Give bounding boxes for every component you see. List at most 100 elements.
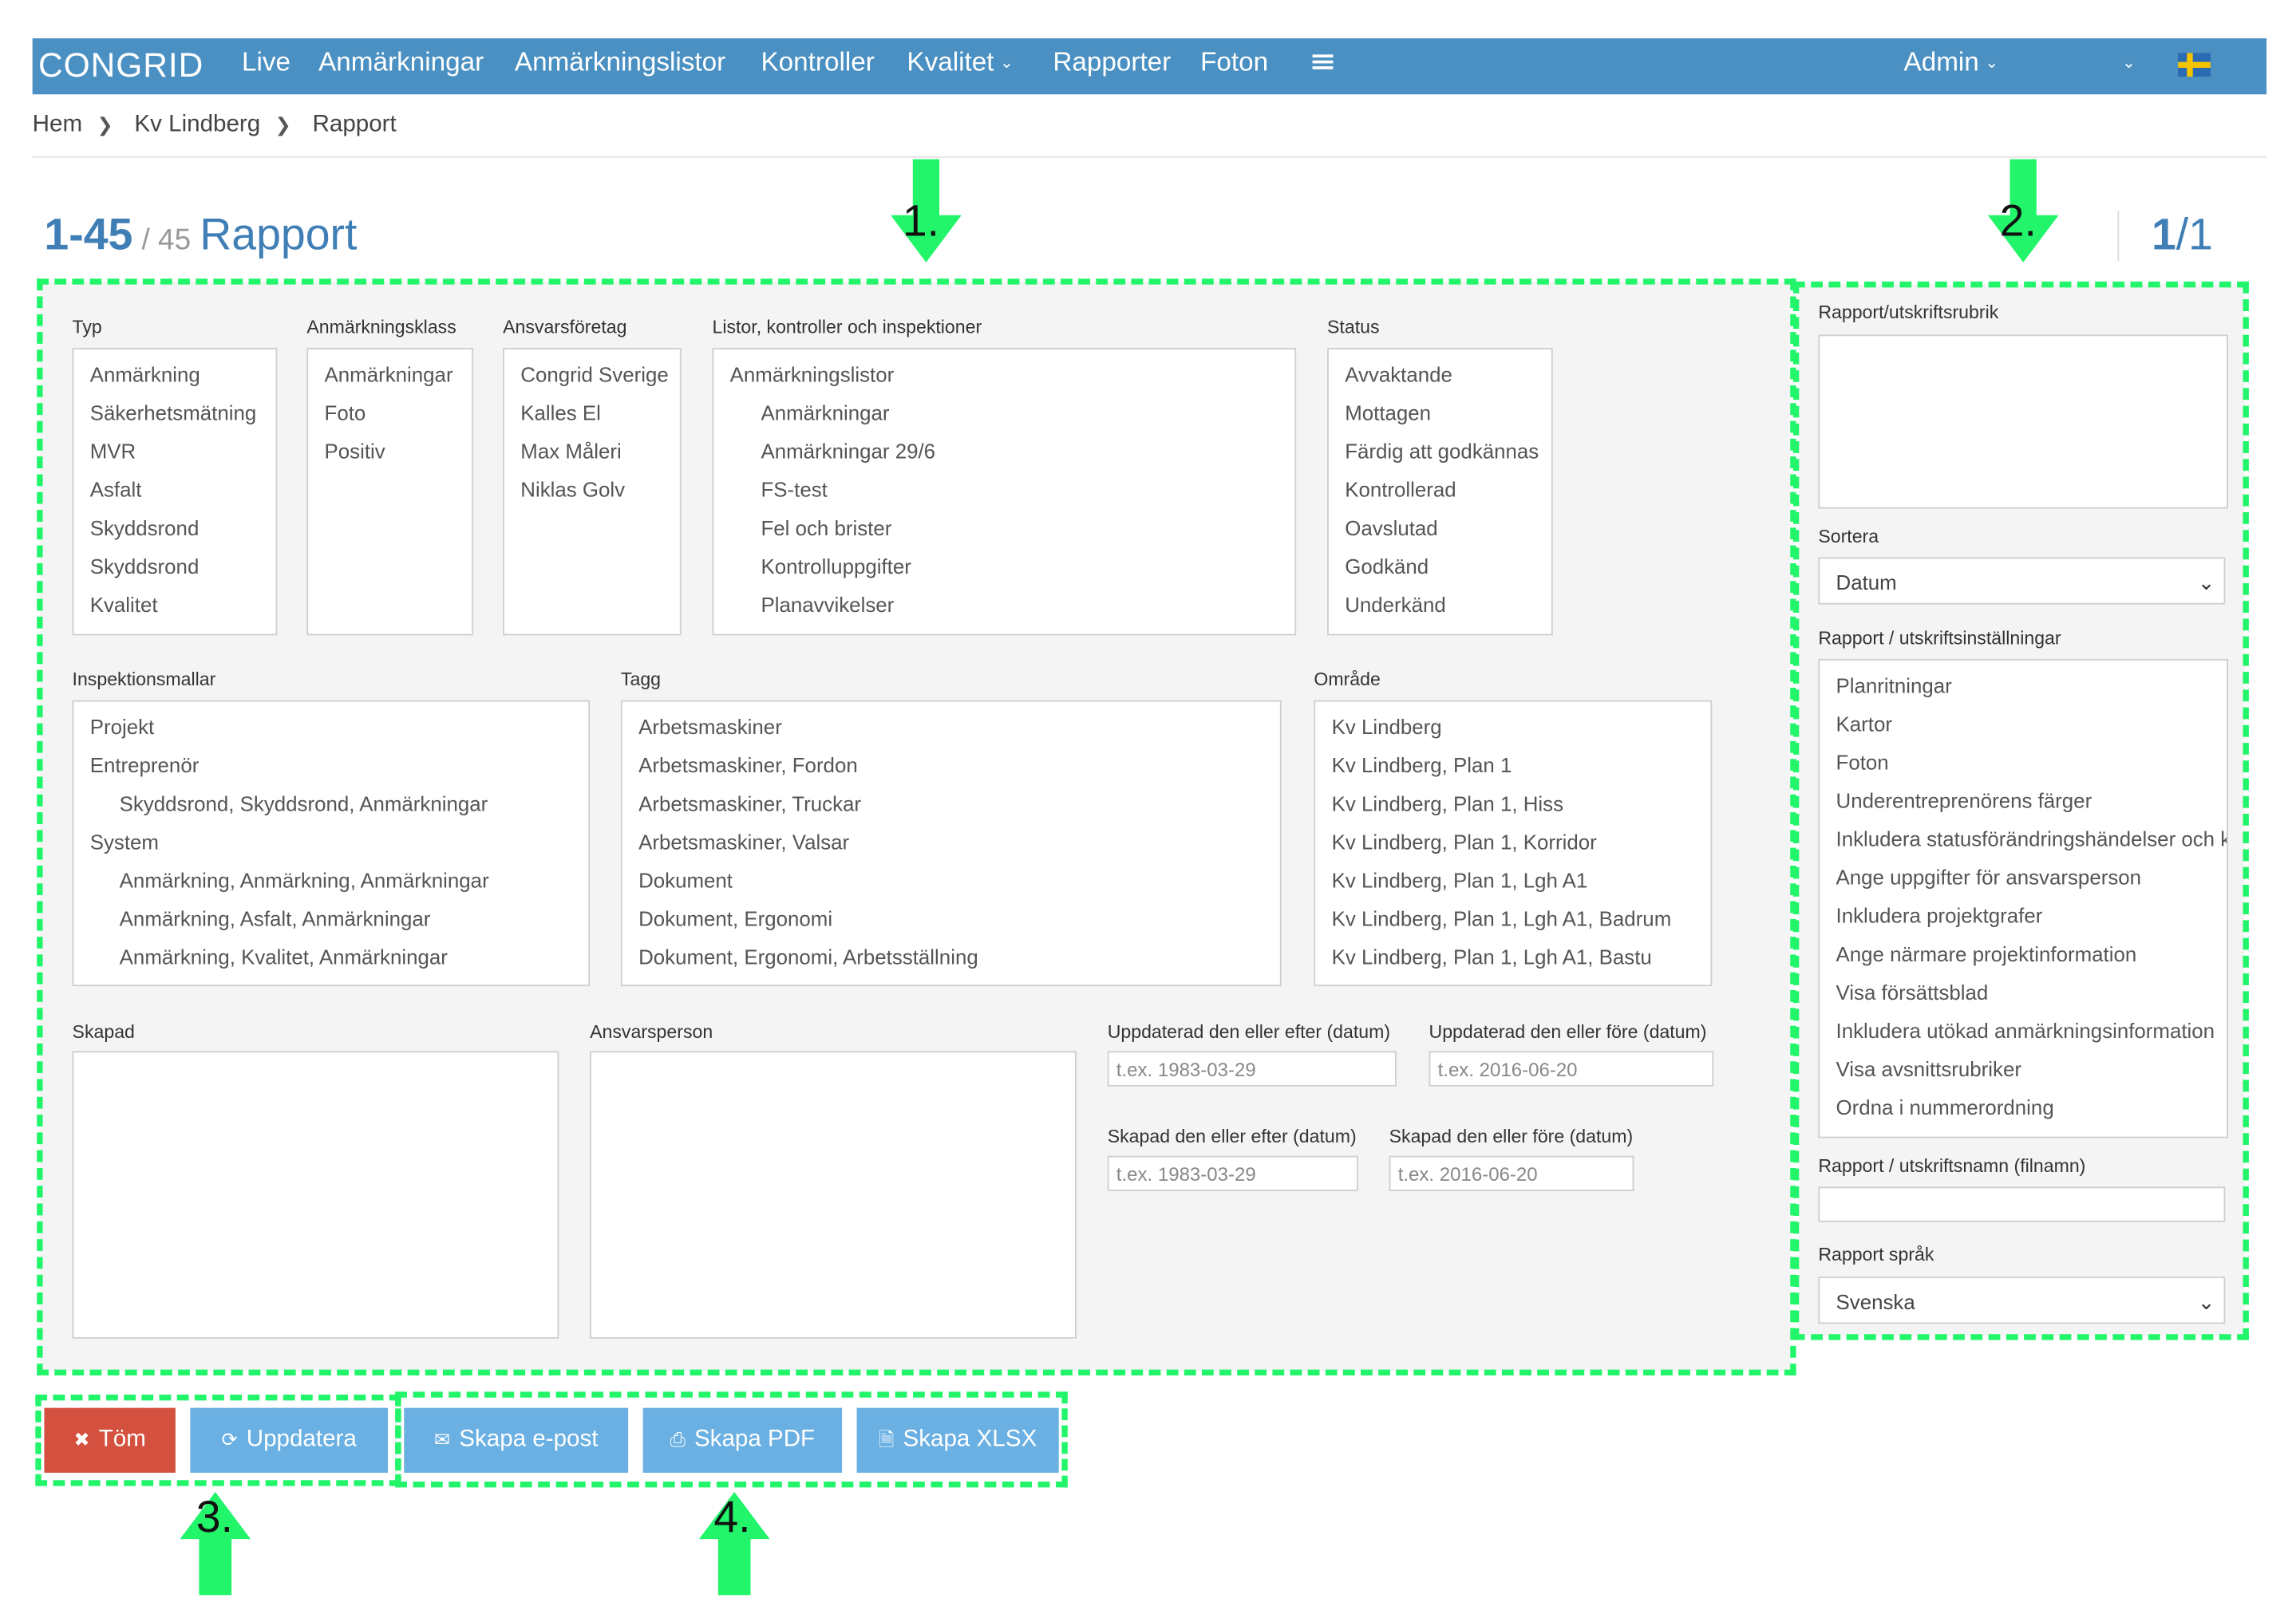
- nav-anmarkningar[interactable]: Anmärkningar: [318, 47, 484, 78]
- sprak-label: Rapport språk: [1818, 1244, 1934, 1265]
- list-item[interactable]: Anmärkning: [90, 363, 200, 387]
- list-item[interactable]: Projekt: [90, 715, 155, 739]
- nav-kvalitet[interactable]: Kvalitet ⌄: [907, 47, 1014, 78]
- list-item[interactable]: Dokument: [638, 868, 733, 892]
- uppdaterad-efter-input[interactable]: t.ex. 1983-03-29: [1107, 1051, 1397, 1087]
- list-item[interactable]: Kontrollerad: [1345, 478, 1456, 502]
- list-item[interactable]: Anmärkningar: [325, 363, 453, 387]
- congrid-logo[interactable]: CONGRID: [38, 45, 204, 85]
- list-item[interactable]: Visa försättsblad: [1836, 981, 1989, 1004]
- list-item[interactable]: Kontrolluppgifter: [761, 554, 911, 578]
- list-item[interactable]: Kv Lindberg, Plan 1, Korridor: [1332, 830, 1597, 854]
- list-item[interactable]: Ange uppgifter för ansvarsperson: [1836, 866, 2142, 890]
- list-item[interactable]: Anmärkning, Anmärkning, Anmärkningar: [120, 868, 489, 892]
- list-item[interactable]: Planavvikelser: [761, 593, 894, 617]
- skapa-xlsx-button[interactable]: 🗎 Skapa XLSX: [856, 1407, 1059, 1473]
- nav-admin[interactable]: Admin ⌄: [1904, 47, 1999, 78]
- list-item[interactable]: Mottagen: [1345, 401, 1431, 425]
- nav-live[interactable]: Live: [242, 47, 290, 78]
- breadcrumb-hem[interactable]: Hem: [33, 112, 82, 136]
- list-item[interactable]: Visa avsnittsrubriker: [1836, 1057, 2021, 1081]
- nav-rapporter[interactable]: Rapporter: [1053, 47, 1171, 78]
- ansvarsforetag-listbox[interactable]: Congrid Sverige Kalles El Max Måleri Nik…: [503, 348, 682, 636]
- skapa-epost-button[interactable]: ✉ Skapa e-post: [404, 1407, 629, 1473]
- list-item[interactable]: Arbetsmaskiner: [638, 715, 782, 739]
- list-item[interactable]: Inkludera projektgrafer: [1836, 904, 2043, 928]
- list-item[interactable]: Anmärkningar 29/6: [761, 440, 935, 464]
- typ-listbox[interactable]: Anmärkning Säkerhetsmätning MVR Asfalt S…: [72, 348, 278, 636]
- list-item[interactable]: Entreprenör: [90, 753, 200, 777]
- sprak-select[interactable]: Svenska ⌄: [1818, 1277, 2226, 1324]
- skapad-listbox[interactable]: [72, 1051, 559, 1339]
- list-item[interactable]: Fel och brister: [761, 516, 891, 540]
- list-item[interactable]: Skyddsrond: [90, 554, 200, 578]
- list-item[interactable]: Skyddsrond, Skyddsrond, Anmärkningar: [120, 791, 488, 815]
- list-item[interactable]: FS-test: [761, 478, 827, 502]
- sortera-select[interactable]: Datum ⌄: [1818, 557, 2226, 605]
- list-icon[interactable]: [1312, 54, 1334, 72]
- list-item[interactable]: Kv Lindberg, Plan 1, Lgh A1: [1332, 868, 1588, 892]
- nav-kontroller[interactable]: Kontroller: [761, 47, 874, 78]
- anmarkningsklass-listbox[interactable]: Anmärkningar Foto Positiv: [306, 348, 474, 636]
- list-item[interactable]: Avvaktande: [1345, 363, 1452, 387]
- list-item[interactable]: Skyddsrond: [90, 516, 200, 540]
- nav-foton[interactable]: Foton: [1200, 47, 1268, 78]
- filnamn-input[interactable]: [1818, 1186, 2226, 1222]
- breadcrumb-project[interactable]: Kv Lindberg: [134, 112, 260, 136]
- status-listbox[interactable]: Avvaktande Mottagen Färdig att godkännas…: [1327, 348, 1553, 636]
- inspektionsmallar-listbox[interactable]: Projekt Entreprenör Skyddsrond, Skyddsro…: [72, 700, 591, 987]
- uppdaterad-fore-input[interactable]: t.ex. 2016-06-20: [1429, 1051, 1714, 1087]
- tagg-listbox[interactable]: Arbetsmaskiner Arbetsmaskiner, Fordon Ar…: [620, 700, 1282, 987]
- list-item[interactable]: Inkludera utökad anmärkningsinformation: [1836, 1019, 2215, 1043]
- skapa-pdf-button[interactable]: ⎙ Skapa PDF: [642, 1407, 843, 1473]
- list-item[interactable]: Congrid Sverige: [520, 363, 669, 387]
- nav-anmarkningslistor[interactable]: Anmärkningslistor: [515, 47, 725, 78]
- list-item[interactable]: Godkänd: [1345, 554, 1429, 578]
- rubrik-textarea[interactable]: [1818, 334, 2229, 509]
- list-item[interactable]: Säkerhetsmätning: [90, 401, 257, 425]
- list-item[interactable]: Kv Lindberg, Plan 1, Lgh A1, Badrum: [1332, 906, 1672, 930]
- list-item[interactable]: Oavslutad: [1345, 516, 1437, 540]
- list-item[interactable]: Asfalt: [90, 478, 142, 502]
- list-item[interactable]: Kvalitet: [90, 593, 158, 617]
- list-item[interactable]: Kv Lindberg, Plan 1, Lgh A1, Bastu: [1332, 945, 1652, 969]
- list-item[interactable]: Arbetsmaskiner, Fordon: [638, 753, 858, 777]
- list-item[interactable]: Dokument, Ergonomi: [638, 906, 832, 930]
- list-item[interactable]: Kv Lindberg, Plan 1, Hiss: [1332, 791, 1563, 815]
- listor-listbox[interactable]: Anmärkningslistor Anmärkningar Anmärknin…: [712, 348, 1297, 636]
- list-item[interactable]: Underentreprenörens färger: [1836, 789, 2092, 813]
- list-item[interactable]: Färdig att godkännas: [1345, 440, 1539, 464]
- ansvarsperson-listbox[interactable]: [590, 1051, 1077, 1339]
- list-item[interactable]: System: [90, 830, 159, 854]
- list-item[interactable]: Foto: [325, 401, 366, 425]
- list-item[interactable]: Planritningar: [1836, 673, 1952, 697]
- tom-button[interactable]: ✖ Töm: [44, 1407, 176, 1473]
- list-item[interactable]: Anmärkning, Asfalt, Anmärkningar: [120, 906, 431, 930]
- swedish-flag-icon[interactable]: [2178, 53, 2211, 77]
- list-item[interactable]: Underkänd: [1345, 593, 1446, 617]
- list-item[interactable]: Kv Lindberg: [1332, 715, 1442, 739]
- list-item[interactable]: Foton: [1836, 751, 1889, 775]
- list-item[interactable]: Kartor: [1836, 712, 1892, 736]
- list-item[interactable]: Inkludera statusförändringshändelser och…: [1836, 827, 2227, 851]
- list-item[interactable]: Niklas Golv: [520, 478, 625, 502]
- skapad-fore-input[interactable]: t.ex. 2016-06-20: [1389, 1155, 1634, 1192]
- list-item[interactable]: Anmärkningar: [761, 401, 889, 425]
- language-dropdown[interactable]: ⌄: [2116, 47, 2136, 78]
- list-item[interactable]: Anmärkning, Kvalitet, Anmärkningar: [120, 945, 448, 969]
- list-item[interactable]: Arbetsmaskiner, Truckar: [638, 791, 861, 815]
- installningar-listbox[interactable]: Planritningar Kartor Foton Underentrepre…: [1818, 658, 2229, 1138]
- list-item[interactable]: Dokument, Ergonomi, Arbetsställning: [638, 945, 978, 969]
- list-item[interactable]: Anmärkningslistor: [730, 363, 895, 387]
- list-item[interactable]: MVR: [90, 440, 136, 464]
- omrade-listbox[interactable]: Kv Lindberg Kv Lindberg, Plan 1 Kv Lindb…: [1314, 700, 1713, 987]
- uppdatera-button[interactable]: ⟳ Uppdatera: [190, 1407, 388, 1473]
- list-item[interactable]: Max Måleri: [520, 440, 622, 464]
- list-item[interactable]: Ange närmare projektinformation: [1836, 942, 2137, 966]
- list-item[interactable]: Kv Lindberg, Plan 1: [1332, 753, 1512, 777]
- list-item[interactable]: Kalles El: [520, 401, 601, 425]
- list-item[interactable]: Ordna i nummerordning: [1836, 1095, 2054, 1119]
- list-item[interactable]: Positiv: [325, 440, 385, 464]
- skapad-efter-input[interactable]: t.ex. 1983-03-29: [1107, 1155, 1358, 1192]
- list-item[interactable]: Arbetsmaskiner, Valsar: [638, 830, 849, 854]
